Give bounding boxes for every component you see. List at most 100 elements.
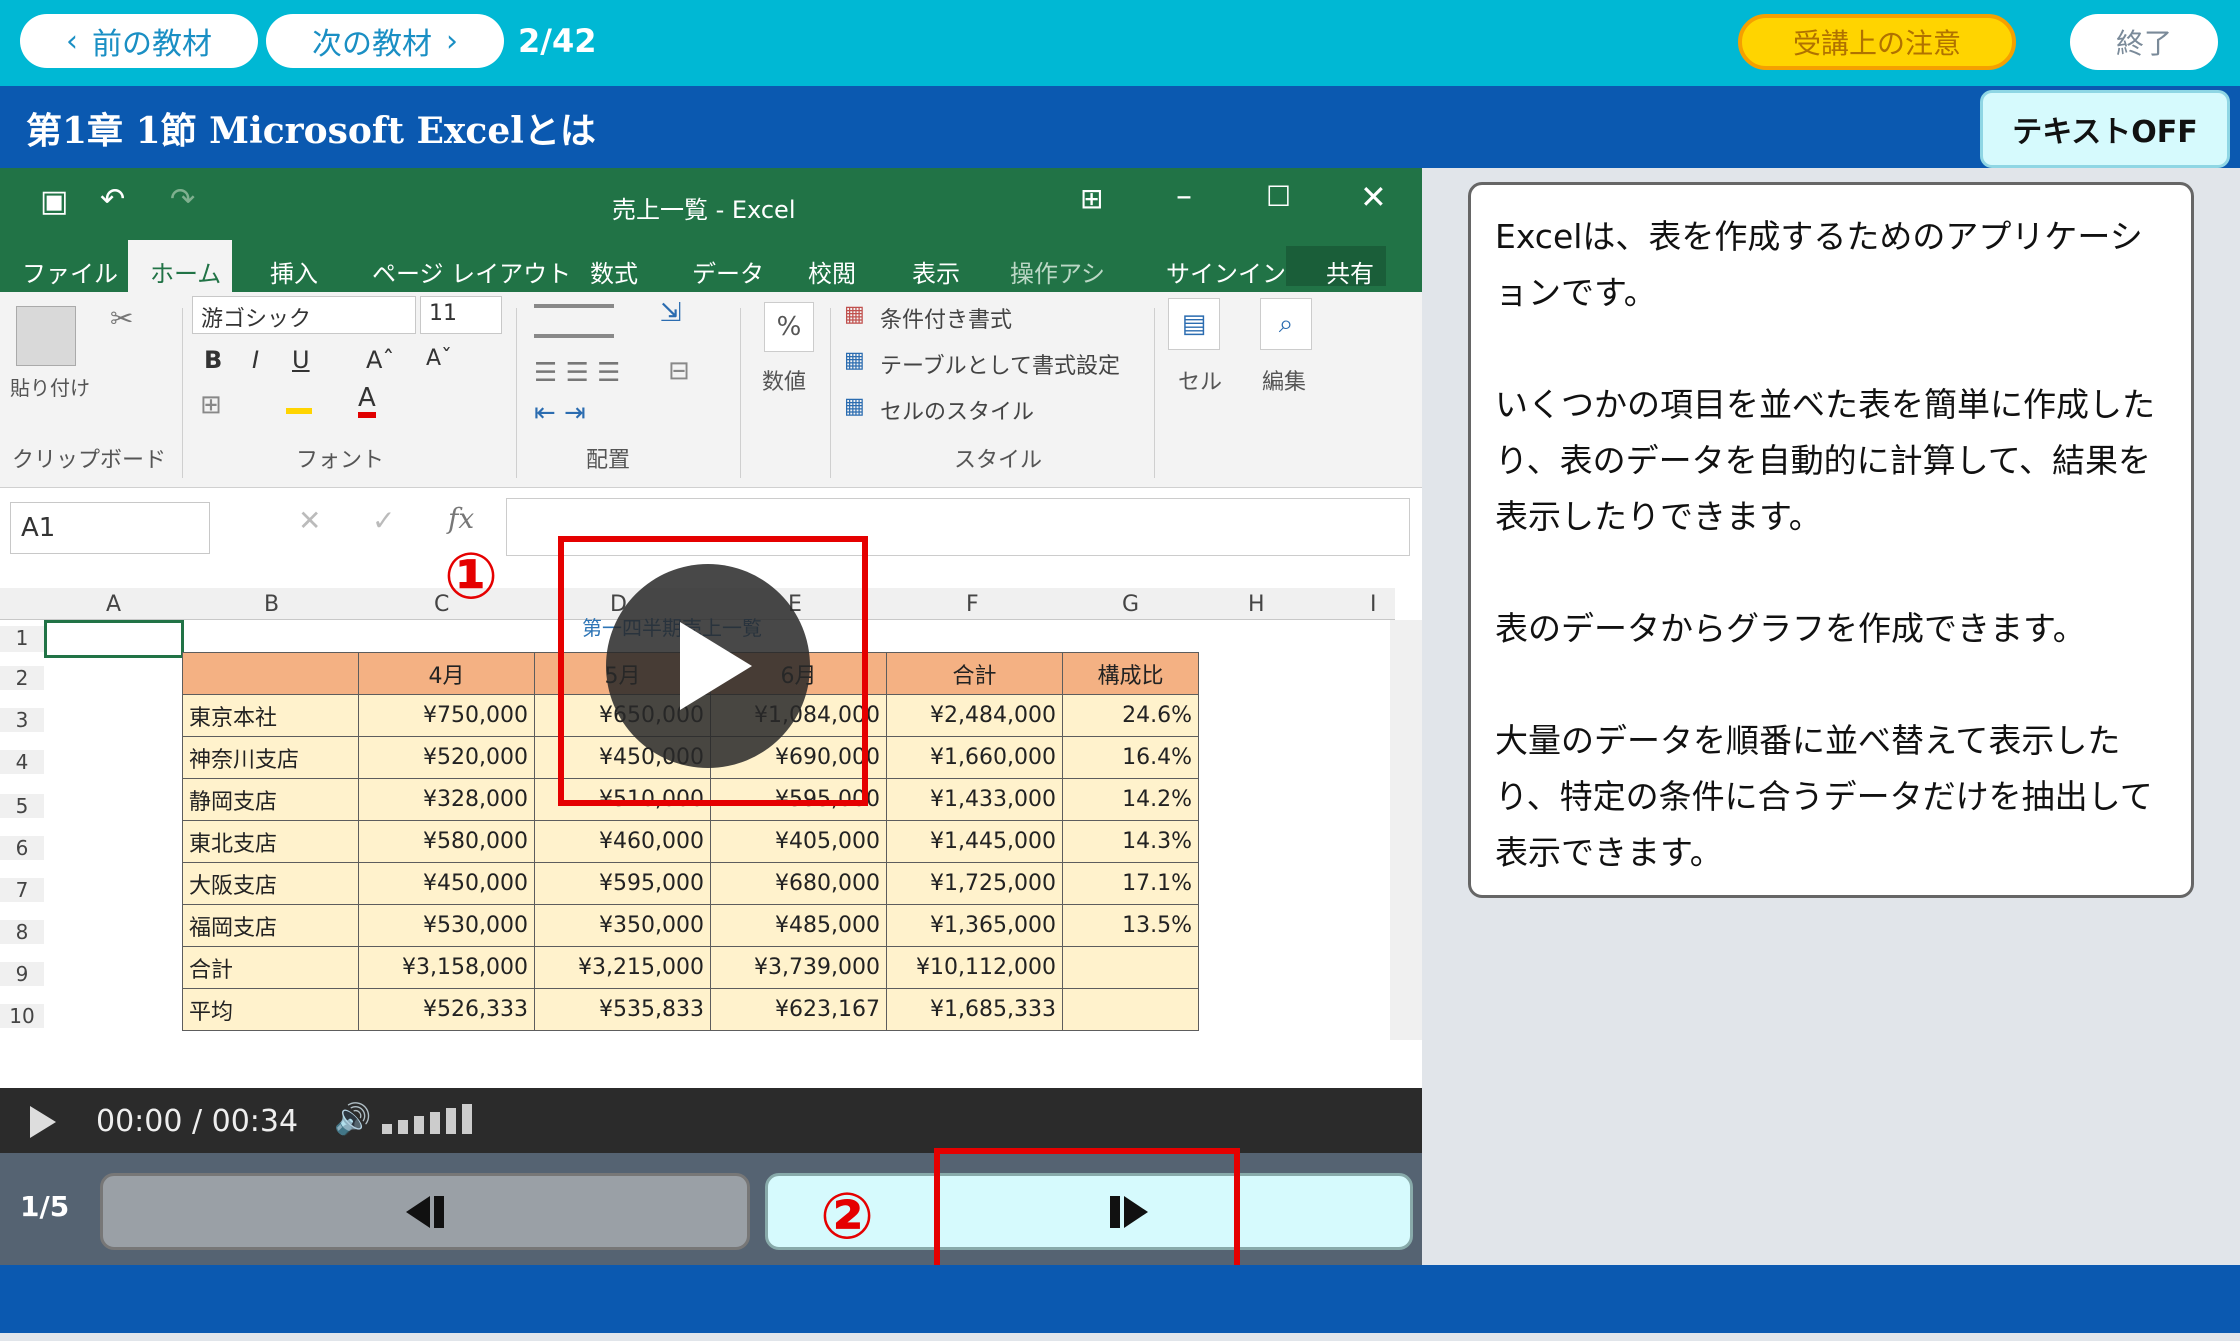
ribbon-divider — [182, 308, 183, 478]
header-cell: 4月 — [358, 652, 535, 695]
callout-box-2 — [934, 1148, 1240, 1284]
ribbon-divider — [830, 308, 831, 478]
row-label-cell: 静岡支店 — [182, 778, 359, 821]
tab-formulas: 数式 — [590, 260, 638, 288]
font-group-label: フォント — [296, 448, 385, 473]
font-size-box: 11 — [420, 296, 502, 334]
value-cell: ¥1,660,000 — [886, 736, 1063, 779]
align-top-icon — [534, 304, 614, 338]
column-header: I — [1370, 592, 1377, 617]
tab-home: ホーム — [150, 260, 222, 288]
value-cell: ¥580,000 — [358, 820, 535, 863]
value-cell: ¥3,215,000 — [534, 946, 711, 989]
table-row: 東北支店 ¥580,000 ¥460,000 ¥405,000 ¥1,445,000 14… — [182, 820, 1199, 863]
row-label-cell: 東京本社 — [182, 694, 359, 737]
paste-label: 貼り付け — [10, 376, 90, 400]
percent-icon: % — [764, 302, 814, 352]
value-cell: 13.5% — [1062, 904, 1199, 947]
conditional-format-item: 条件付き書式 — [880, 308, 1013, 333]
prev-material-button[interactable]: ‹ 前の教材 — [20, 14, 258, 68]
table-format-icon: ▦ — [844, 348, 865, 373]
maximize-icon: ☐ — [1266, 180, 1292, 213]
value-cell: ¥526,333 — [358, 988, 535, 1031]
ribbon-divider — [740, 308, 741, 478]
save-icon: ▣ — [40, 184, 69, 219]
play-button-icon[interactable] — [30, 1106, 56, 1138]
column-header: A — [106, 592, 122, 617]
value-cell: ¥460,000 — [534, 820, 711, 863]
callout-box-1 — [558, 536, 868, 806]
value-cell: ¥450,000 — [358, 862, 535, 905]
bold-icon: B — [204, 346, 223, 374]
header-cell: 構成比 — [1062, 652, 1199, 695]
tab-page-layout: ページ レイアウト — [372, 260, 572, 288]
header-cell — [182, 652, 359, 695]
value-cell: ¥1,685,333 — [886, 988, 1063, 1031]
row-label-cell: 神奈川支店 — [182, 736, 359, 779]
conditional-format-icon: ▦ — [844, 302, 865, 327]
step-back-icon — [406, 1195, 444, 1228]
row-label-cell: 大阪支店 — [182, 862, 359, 905]
value-cell: ¥3,739,000 — [710, 946, 887, 989]
value-cell: ¥530,000 — [358, 904, 535, 947]
volume-slider[interactable] — [382, 1104, 508, 1134]
ribbon-display-icon: ⊞ — [1080, 182, 1104, 215]
table-row: 大阪支店 ¥450,000 ¥595,000 ¥680,000 ¥1,725,000 17… — [182, 862, 1199, 905]
value-cell: ¥328,000 — [358, 778, 535, 821]
share-button: 共有 — [1286, 246, 1386, 288]
text-off-button[interactable]: テキストOFF — [1980, 90, 2230, 168]
row-header: 8 — [0, 920, 44, 944]
row-header: 3 — [0, 708, 44, 732]
explanation-paragraph: いくつかの項目を並べた表を簡単に作成したり、表のデータを自動的に計算して、結果を… — [1495, 385, 2155, 536]
value-cell: ¥350,000 — [534, 904, 711, 947]
value-cell: 16.4% — [1062, 736, 1199, 779]
page-title: 第1章 1節 Microsoft Excelとは — [26, 110, 596, 152]
table-row: 平均 ¥526,333 ¥535,833 ¥623,167 ¥1,685,333 — [182, 988, 1199, 1031]
border-icon: ⊞ — [200, 390, 222, 420]
tab-review: 校閲 — [808, 260, 856, 288]
value-cell — [1062, 946, 1199, 989]
align-icons: ☰ ☰ ☰ — [534, 358, 621, 388]
bottom-bar — [0, 1265, 2240, 1333]
value-cell: ¥1,433,000 — [886, 778, 1063, 821]
next-material-button[interactable]: 次の教材 › — [266, 14, 504, 68]
callout-number-1: ① — [444, 540, 499, 614]
cancel-icon: ✕ — [298, 504, 322, 537]
value-cell: ¥750,000 — [358, 694, 535, 737]
value-cell: ¥595,000 — [534, 862, 711, 905]
table-row: 福岡支店 ¥530,000 ¥350,000 ¥485,000 ¥1,365,000 13… — [182, 904, 1199, 947]
row-header: 9 — [0, 962, 44, 986]
cell-style-item: セルのスタイル — [880, 400, 1035, 425]
close-icon: ✕ — [1360, 178, 1387, 216]
row-label-cell: 平均 — [182, 988, 359, 1031]
active-cell-a1 — [44, 620, 184, 658]
column-header: G — [1122, 592, 1140, 617]
row-header: 4 — [0, 750, 44, 774]
row-header: 5 — [0, 794, 44, 818]
value-cell: ¥2,484,000 — [886, 694, 1063, 737]
volume-icon[interactable]: 🔊 — [334, 1102, 371, 1137]
row-header: 2 — [0, 666, 44, 690]
cells-icon: ▤ — [1168, 298, 1220, 350]
tab-sign-in: サインイン — [1166, 260, 1286, 288]
value-cell: 14.3% — [1062, 820, 1199, 863]
font-color-icon: A — [358, 384, 376, 418]
explanation-paragraph: 大量のデータを順番に並べ替えて表示したり、特定の条件に合うデータだけを抽出して表… — [1495, 721, 2153, 872]
course-notice-button[interactable]: 受講上の注意 — [1738, 14, 2016, 70]
value-cell: 17.1% — [1062, 862, 1199, 905]
clipboard-group-label: クリップボード — [12, 448, 167, 473]
wrap-text-icon: ⇲ — [660, 298, 682, 328]
tab-insert: 挿入 — [270, 260, 318, 288]
decrease-font-icon: Aˇ — [426, 346, 453, 371]
value-cell: ¥1,365,000 — [886, 904, 1063, 947]
prev-slide-button[interactable] — [100, 1173, 750, 1250]
tab-data: データ — [692, 260, 764, 288]
end-button[interactable]: 終了 — [2070, 14, 2218, 70]
table-format-item: テーブルとして書式設定 — [880, 354, 1121, 379]
italic-icon: I — [252, 346, 260, 374]
column-header: B — [264, 592, 280, 617]
slide-counter: 1/5 — [20, 1190, 70, 1223]
value-cell: ¥405,000 — [710, 820, 887, 863]
chevron-right-icon: › — [446, 23, 458, 59]
merge-icon: ⊟ — [668, 356, 690, 386]
